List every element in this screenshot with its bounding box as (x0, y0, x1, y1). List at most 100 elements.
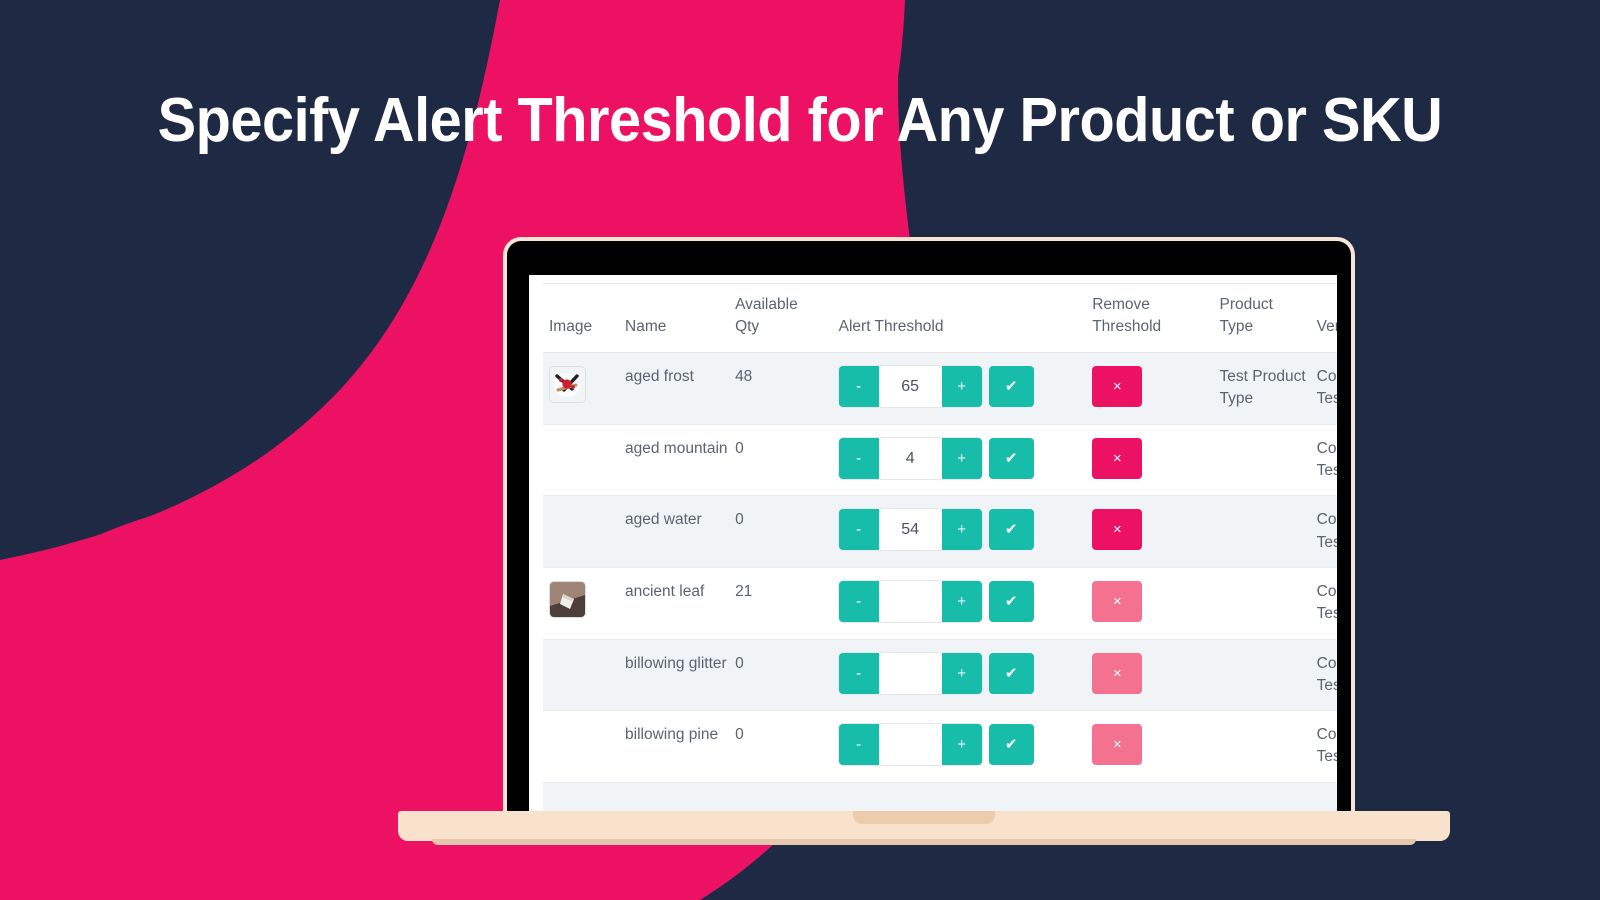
cell-alert-threshold: -+✔ (838, 710, 1093, 783)
cell-partial (543, 782, 1337, 813)
decrement-threshold-button[interactable]: - (838, 509, 879, 551)
threshold-input[interactable] (878, 509, 942, 551)
col-header-available-qty: Available Qty (735, 284, 839, 353)
col-header-alert-threshold: Alert Threshold (838, 284, 1093, 353)
threshold-stepper: -+ (838, 366, 982, 407)
col-header-product-type: Product Type (1219, 284, 1317, 353)
cell-remove-threshold: × (1092, 710, 1220, 783)
cell-product-name: billowing glitter (625, 639, 736, 712)
increment-threshold-button[interactable]: + (941, 652, 982, 694)
threshold-control-group: -+✔ (838, 724, 1093, 766)
increment-threshold-button[interactable]: + (941, 580, 982, 622)
remove-threshold-button[interactable]: × (1092, 437, 1143, 479)
col-header-name: Name (625, 284, 736, 353)
confirm-threshold-button[interactable]: ✔ (988, 509, 1034, 551)
decrement-threshold-button[interactable]: - (838, 580, 879, 622)
threshold-stepper: -+ (838, 509, 982, 551)
cell-alert-threshold: -+✔ (838, 352, 1093, 425)
cell-vendor: Cor Tes (1316, 424, 1337, 497)
cell-vendor: Cor Tes (1316, 567, 1337, 640)
cell-available-qty: 0 (735, 424, 839, 497)
cell-remove-threshold: × (1092, 495, 1220, 568)
vendor-line1: Cor (1316, 654, 1337, 672)
cell-image (543, 495, 625, 568)
remove-threshold-button: × (1092, 580, 1143, 622)
confirm-threshold-button[interactable]: ✔ (988, 366, 1034, 407)
remove-threshold-line1: Remove (1092, 296, 1150, 313)
cell-product-type (1219, 567, 1317, 640)
product-image-thumbnail (549, 366, 586, 403)
cell-alert-threshold: - +✔ (838, 639, 1093, 712)
decrement-threshold-button[interactable]: - (838, 724, 879, 766)
cell-product-type (1219, 424, 1317, 497)
decrement-threshold-button[interactable]: - (838, 366, 879, 407)
remove-threshold-button[interactable]: × (1092, 509, 1143, 551)
vendor-line1: Cor (1316, 439, 1337, 457)
confirm-threshold-button[interactable]: ✔ (988, 580, 1034, 622)
cell-alert-threshold: -+✔ (838, 567, 1093, 640)
available-qty-line1: Available (735, 296, 798, 313)
threshold-input[interactable] (878, 652, 942, 694)
cell-image (543, 710, 625, 783)
threshold-control-group: -+✔ (838, 580, 1093, 622)
threshold-input[interactable] (878, 580, 942, 622)
promo-banner: Specify Alert Threshold for Any Product … (0, 0, 1600, 900)
laptop-notch (853, 811, 995, 824)
cell-remove-threshold: × (1092, 567, 1220, 640)
vendor-line2: Tes (1316, 748, 1337, 766)
cell-vendor: Cor Tes (1316, 495, 1337, 568)
cell-alert-threshold: -+✔ (838, 495, 1093, 568)
threshold-input[interactable] (878, 366, 942, 407)
remove-threshold-line2: Threshold (1092, 318, 1162, 335)
cell-product-name: aged water (625, 495, 736, 568)
vendor-line2: Tes (1316, 676, 1337, 694)
threshold-input[interactable] (878, 724, 942, 766)
confirm-threshold-button[interactable]: ✔ (988, 724, 1034, 766)
increment-threshold-button[interactable]: + (941, 724, 982, 766)
cell-image (543, 639, 625, 712)
remove-threshold-button[interactable]: × (1092, 366, 1143, 407)
decrement-threshold-button[interactable]: - (838, 652, 879, 694)
increment-threshold-button[interactable]: + (941, 366, 982, 407)
cell-product-type (1219, 710, 1317, 783)
increment-threshold-button[interactable]: + (941, 509, 982, 551)
product-image-thumbnail (549, 580, 586, 618)
confirm-threshold-button[interactable]: ✔ (988, 437, 1034, 479)
cell-product-name: aged mountain (625, 424, 736, 497)
table-row: aged mountain0- +✔ × CorTes (543, 424, 1337, 497)
vendor-line1: Cor (1316, 368, 1337, 385)
vendor-line1: Cor (1316, 511, 1337, 529)
confirm-threshold-button[interactable]: ✔ (988, 652, 1034, 694)
table-body: aged frost48-+✔×Test Product TypeCorTesa… (543, 352, 1337, 813)
table-row: aged frost48-+✔×Test Product TypeCorTes (543, 352, 1337, 425)
cell-remove-threshold: × (1092, 352, 1220, 425)
cell-available-qty: 0 (735, 639, 839, 712)
product-type-line1: Product (1219, 296, 1273, 313)
table-row: billowing glitter0-+✔×CorTes (543, 639, 1337, 712)
inventory-table: Image Name Available Qty Alert Threshold… (543, 284, 1337, 813)
table-row-partial (543, 782, 1337, 813)
threshold-control-group: -+✔ (838, 366, 1093, 407)
product-type-line2: Type (1219, 318, 1254, 335)
cell-available-qty: 21 (735, 567, 839, 640)
threshold-stepper: -+ (838, 580, 982, 622)
cell-vendor: Cor Tes (1316, 352, 1337, 425)
cell-product-name: aged frost (625, 352, 736, 425)
table-row: aged water0-+✔×CorTes (543, 495, 1337, 568)
cell-available-qty: 48 (735, 352, 839, 425)
vendor-line2: Tes (1316, 533, 1337, 551)
threshold-input[interactable] (878, 437, 942, 479)
decrement-threshold-button[interactable]: - (838, 437, 879, 479)
cell-remove-threshold: × (1092, 424, 1220, 497)
threshold-stepper: -+ (838, 724, 982, 766)
header-row: Image Name Available Qty Alert Threshold… (543, 284, 1337, 353)
table-header: Image Name Available Qty Alert Threshold… (543, 284, 1337, 353)
col-header-remove-threshold: Remove Threshold (1092, 284, 1220, 353)
col-header-image: Image (543, 284, 625, 353)
cell-image (543, 352, 625, 425)
remove-threshold-button: × (1092, 724, 1143, 766)
increment-threshold-button[interactable]: + (941, 437, 982, 479)
vendor-line2: Tes (1316, 390, 1337, 408)
cell-available-qty: 0 (735, 710, 839, 783)
cell-product-name: billowing pine (625, 710, 736, 783)
